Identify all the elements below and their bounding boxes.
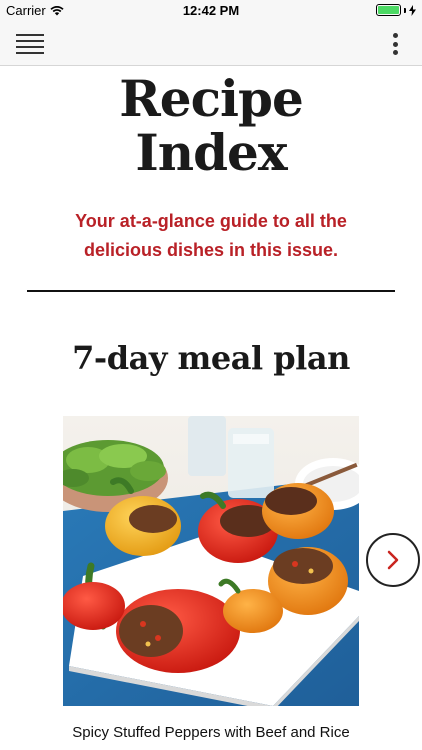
menu-line — [16, 40, 44, 42]
menu-line — [16, 46, 44, 48]
charging-bolt-icon — [409, 4, 416, 16]
status-right — [376, 4, 416, 16]
dot — [392, 33, 398, 38]
page-subtitle: Your at-a-glance guide to all the delici… — [75, 211, 347, 260]
carousel-next-button[interactable] — [366, 533, 420, 587]
section-divider — [27, 290, 395, 292]
section-title: 7-day meal plan — [72, 339, 350, 377]
hamburger-menu-icon[interactable] — [16, 32, 44, 56]
dot — [392, 50, 398, 55]
navigation-bar — [0, 22, 422, 66]
page-title-line2: Index — [135, 123, 287, 182]
page-title: Recipe Index — [0, 72, 422, 180]
vertical-ellipsis-icon[interactable] — [390, 30, 400, 58]
dot — [392, 41, 398, 47]
chevron-right-icon — [387, 550, 399, 570]
menu-line — [16, 52, 44, 54]
status-time: 12:42 PM — [182, 3, 240, 18]
battery-icon — [376, 4, 401, 16]
battery-fill — [378, 6, 399, 14]
battery-cap — [404, 7, 406, 13]
status-bar: Carrier 12:42 PM — [0, 0, 422, 22]
page-title-line1: Recipe — [119, 69, 304, 128]
stuffed-peppers-photo[interactable] — [63, 416, 359, 706]
menu-line — [16, 34, 44, 36]
recipe-caption[interactable]: Spicy Stuffed Peppers with Beef and Rice — [40, 722, 382, 744]
stuffed-peppers-illustration — [63, 416, 359, 706]
